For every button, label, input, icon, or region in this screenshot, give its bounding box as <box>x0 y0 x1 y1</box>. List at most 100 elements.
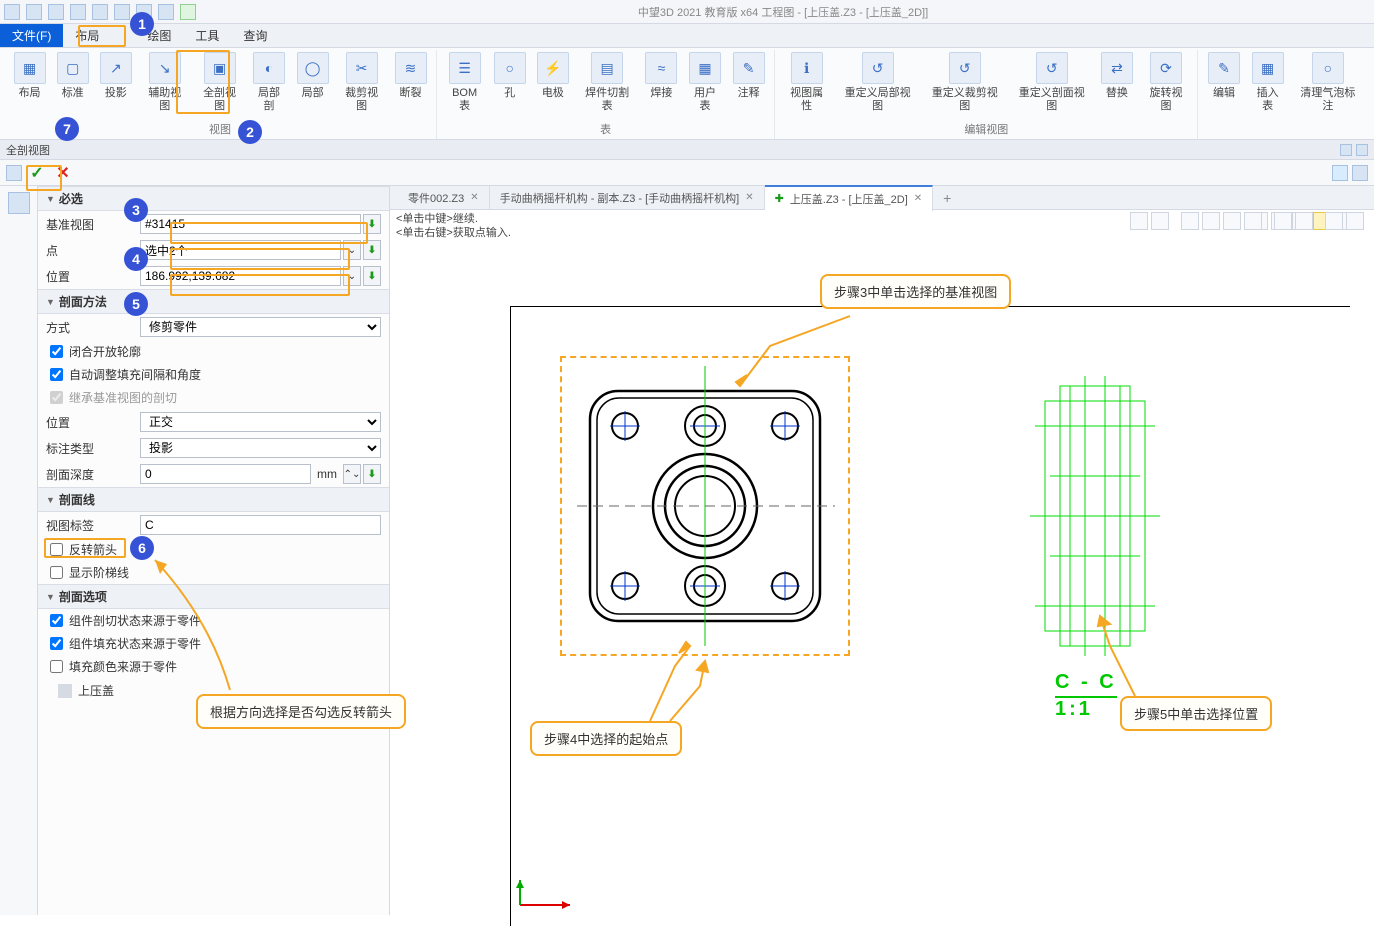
ctool-icon[interactable] <box>1130 212 1148 230</box>
label-position: 位置 <box>46 268 136 285</box>
canvas-area: 零件002.Z3✕ 手动曲柄摇杆机构 - 副本.Z3 - [手动曲柄摇杆机构]✕… <box>390 186 1374 915</box>
new-icon[interactable] <box>26 4 42 20</box>
menu-tools[interactable]: 工具 <box>183 24 231 47</box>
close-icon[interactable]: ✕ <box>470 192 478 203</box>
select-dimtype[interactable]: 投影 <box>140 438 381 458</box>
title-bar: 中望3D 2021 教育版 x64 工程图 - [上压盖.Z3 - [上压盖_2… <box>0 0 1374 24</box>
drawing-view-side[interactable] <box>1030 376 1160 656</box>
undo-icon[interactable] <box>114 4 130 20</box>
btn-edit[interactable]: ✎编辑 <box>1202 50 1245 102</box>
dropdown-position[interactable]: ⌄ <box>343 266 361 286</box>
menu-file[interactable]: 文件(F) <box>0 24 63 47</box>
btn-redef-local[interactable]: ↺重定义局部视图 <box>834 50 921 115</box>
chk-step[interactable] <box>50 566 63 579</box>
btn-weldcut[interactable]: ▤焊件切割表 <box>574 50 639 115</box>
select-pos2[interactable]: 正交 <box>140 412 381 432</box>
callout-step4: 步骤4中选择的起始点 <box>530 721 682 756</box>
btn-local[interactable]: ◯局部 <box>291 50 334 102</box>
ctool-icon[interactable] <box>1274 212 1292 230</box>
pick-baseview[interactable]: ⬇ <box>363 214 381 234</box>
ctool-icon[interactable] <box>1244 212 1262 230</box>
spin-depth[interactable]: ⌃⌄ <box>343 464 361 484</box>
btn-localsect[interactable]: ◐局部剖 <box>247 50 291 115</box>
input-position[interactable] <box>140 266 341 286</box>
drawing-view-main[interactable] <box>575 366 835 646</box>
btn-replace[interactable]: ⇄替换 <box>1095 50 1138 102</box>
section-required[interactable]: 必选 <box>38 186 389 211</box>
dropdown-point[interactable]: ⌄ <box>343 240 361 260</box>
chk-opt3[interactable] <box>50 660 63 673</box>
btn-redef-crop[interactable]: ↺重定义裁剪视图 <box>921 50 1008 115</box>
refresh-icon[interactable] <box>158 4 174 20</box>
settings-icon[interactable] <box>1352 165 1368 181</box>
btn-crop[interactable]: ✂裁剪视图 <box>334 50 389 115</box>
ribbon-group-editview: ℹ视图属性 ↺重定义局部视图 ↺重定义裁剪视图 ↺重定义剖面视图 ⇄替换 ⟳旋转… <box>775 50 1198 139</box>
ctool-icon[interactable] <box>1295 212 1313 230</box>
btn-weld[interactable]: ≈焊接 <box>640 50 683 102</box>
input-tag[interactable] <box>140 515 381 535</box>
btn-redef-sect[interactable]: ↺重定义剖面视图 <box>1008 50 1095 115</box>
tab-new[interactable]: + <box>933 186 961 210</box>
btn-cleanballoon[interactable]: ○清理气泡标注 <box>1290 50 1366 115</box>
menu-layout[interactable]: 布局 <box>63 24 111 47</box>
btn-viewprops[interactable]: ℹ视图属性 <box>779 50 834 115</box>
cancel-button[interactable]: ✕ <box>52 163 74 183</box>
btn-note[interactable]: ✎注释 <box>727 50 770 102</box>
confirm-button[interactable]: ✓ <box>26 163 48 183</box>
tab-2[interactable]: 手动曲柄摇杆机构 - 副本.Z3 - [手动曲柄摇杆机构]✕ <box>490 186 765 210</box>
ctool-icon[interactable] <box>1346 212 1364 230</box>
open-icon[interactable] <box>48 4 64 20</box>
panel-tool1-icon[interactable] <box>6 165 22 181</box>
input-point[interactable] <box>140 240 341 260</box>
input-depth[interactable] <box>140 464 311 484</box>
ctool-icon[interactable] <box>1223 212 1241 230</box>
input-baseview[interactable] <box>140 214 361 234</box>
tab-1[interactable]: 零件002.Z3✕ <box>398 186 490 210</box>
properties-panel: 必选 基准视图 ⬇ 点 ⌄ ⬇ 位置 ⌄ ⬇ 剖面方法 <box>38 186 390 915</box>
print-icon[interactable] <box>92 4 108 20</box>
close-icon[interactable]: ✕ <box>914 193 922 204</box>
label-point: 点 <box>46 242 136 259</box>
section-line[interactable]: 剖面线 <box>38 487 389 512</box>
menu-query[interactable]: 查询 <box>231 24 279 47</box>
panel-dock-icon[interactable] <box>1340 144 1352 156</box>
btn-hole[interactable]: ○孔 <box>488 50 531 102</box>
section-options[interactable]: 剖面选项 <box>38 584 389 609</box>
btn-layout[interactable]: ▦布局 <box>8 50 51 102</box>
ctool-icon[interactable] <box>1151 212 1169 230</box>
btn-standard[interactable]: ▢标准 <box>51 50 94 102</box>
save-icon[interactable] <box>70 4 86 20</box>
app-icon <box>4 4 20 20</box>
side-icon-1[interactable] <box>8 192 30 214</box>
btn-projection[interactable]: ↗投影 <box>94 50 137 102</box>
chk-autoadjust[interactable] <box>50 368 63 381</box>
btn-bom[interactable]: ☰BOM表 <box>441 50 488 115</box>
ctool-icon[interactable] <box>1202 212 1220 230</box>
ctool-icon[interactable] <box>1325 212 1343 230</box>
pick-depth[interactable]: ⬇ <box>363 464 381 484</box>
chk-reverse[interactable] <box>50 543 63 556</box>
section-method[interactable]: 剖面方法 <box>38 289 389 314</box>
panel-title: 全剖视图 <box>6 142 50 158</box>
info-icon[interactable] <box>1332 165 1348 181</box>
marker-2: 2 <box>238 120 262 144</box>
btn-inserttable[interactable]: ▦插入表 <box>1246 50 1290 115</box>
btn-electrode[interactable]: ⚡电极 <box>531 50 574 102</box>
pick-point[interactable]: ⬇ <box>363 240 381 260</box>
tab-3[interactable]: ✚上压盖.Z3 - [上压盖_2D]✕ <box>765 185 934 211</box>
panel-close-icon[interactable] <box>1356 144 1368 156</box>
ctool-icon[interactable] <box>1181 212 1199 230</box>
btn-auxview[interactable]: ↘辅助视图 <box>137 50 192 115</box>
btn-break[interactable]: ≋断裂 <box>389 50 432 102</box>
pick-position[interactable]: ⬇ <box>363 266 381 286</box>
play-icon[interactable] <box>180 4 196 20</box>
btn-rotate[interactable]: ⟳旋转视图 <box>1139 50 1194 115</box>
chk-closeloop[interactable] <box>50 345 63 358</box>
btn-fullsection[interactable]: ▣全剖视图 <box>192 50 247 115</box>
chk-opt2[interactable] <box>50 637 63 650</box>
btn-usertable[interactable]: ▦用户表 <box>683 50 727 115</box>
select-mode[interactable]: 修剪零件 <box>140 317 381 337</box>
marker-3: 3 <box>124 198 148 222</box>
close-icon[interactable]: ✕ <box>745 192 753 203</box>
chk-opt1[interactable] <box>50 614 63 627</box>
